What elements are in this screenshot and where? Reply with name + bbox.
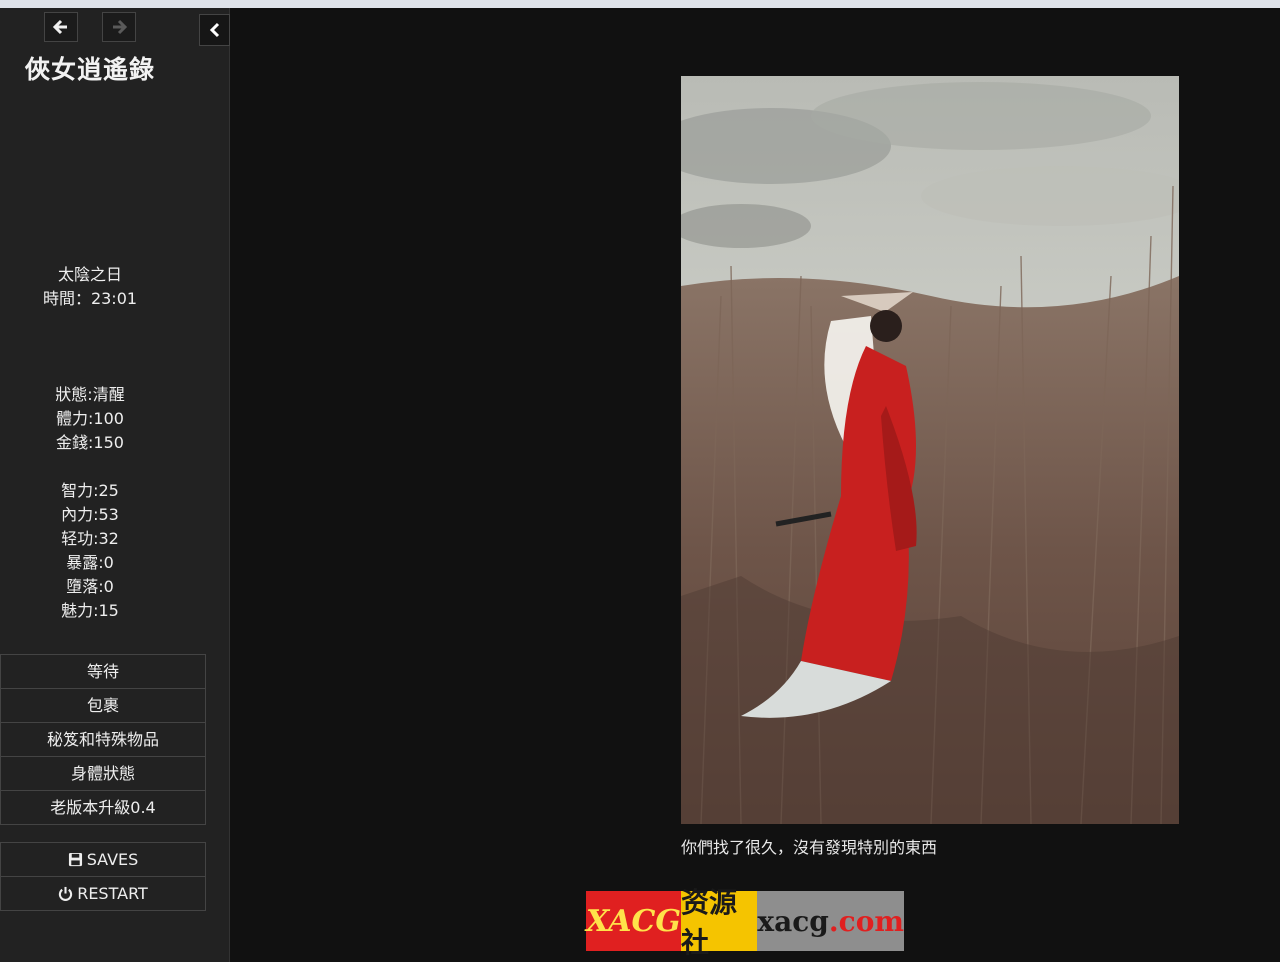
arrow-left-icon (52, 19, 67, 35)
day-label: 太陰之日 (57, 265, 122, 284)
stat-corruption: 墮落:0 (66, 577, 114, 596)
story-menu: 等待 包裹 秘笈和特殊物品 身體狀態 老版本升級0.4 (0, 654, 206, 825)
stat-money: 金錢:150 (56, 433, 124, 452)
watermark-brand: XACG (586, 891, 681, 951)
stat-exposure: 暴露:0 (66, 553, 114, 572)
stat-stamina: 體力:100 (56, 409, 124, 428)
menu-item-secret-items[interactable]: 秘笈和特殊物品 (0, 722, 206, 756)
attribute-stats: 智力:25 內力:53 轻功:32 暴露:0 墮落:0 魅力:15 (0, 479, 180, 623)
sidebar-collapse-button[interactable] (199, 14, 230, 46)
time-label: 時間：23:01 (42, 289, 138, 308)
arrow-right-icon (113, 19, 128, 35)
xacg-watermark-logo: XACG 资源社 xacg .com (586, 886, 904, 959)
passage-text: 你們找了很久，沒有發現特別的東西 (681, 838, 938, 857)
menu-item-wait[interactable]: 等待 (0, 654, 206, 688)
watermark-resource-club: 资源社 (680, 886, 758, 959)
ui-bar-controls: SAVES RESTART (0, 842, 206, 911)
restart-button[interactable]: RESTART (0, 876, 206, 911)
saves-button[interactable]: SAVES (0, 842, 206, 876)
floppy-disk-icon (68, 852, 82, 867)
story-title: 俠女逍遙錄 (24, 55, 155, 84)
menu-item-inventory[interactable]: 包裹 (0, 688, 206, 722)
menu-item-upgrade[interactable]: 老版本升級0.4 (0, 790, 206, 825)
stat-charm: 魅力:15 (61, 601, 119, 620)
stat-agility: 轻功:32 (61, 529, 119, 548)
browser-tab-strip (0, 0, 1280, 8)
stat-inner-power: 內力:53 (61, 505, 119, 524)
chevron-left-icon (209, 22, 219, 38)
woman-in-reeds-photo (681, 76, 1179, 824)
scene-image (681, 76, 1179, 824)
story-caption: 太陰之日 時間：23:01 (0, 263, 180, 311)
restart-label: RESTART (77, 884, 148, 903)
status-stats: 狀態:清醒 體力:100 金錢:150 (0, 383, 180, 455)
history-forward-button[interactable] (102, 12, 136, 42)
power-icon (59, 886, 73, 901)
watermark-domain: xacg .com (757, 891, 904, 951)
stat-intelligence: 智力:25 (61, 481, 119, 500)
story-sidebar: 俠女逍遙錄 太陰之日 時間：23:01 狀態:清醒 體力:100 金錢:150 … (0, 8, 230, 962)
saves-label: SAVES (86, 850, 139, 869)
passage-area: 你們找了很久，沒有發現特別的東西 XACG 资源社 xacg .com (231, 8, 1280, 962)
menu-item-body-status[interactable]: 身體狀態 (0, 756, 206, 790)
history-back-button[interactable] (44, 12, 78, 42)
stat-state: 狀態:清醒 (55, 385, 125, 404)
